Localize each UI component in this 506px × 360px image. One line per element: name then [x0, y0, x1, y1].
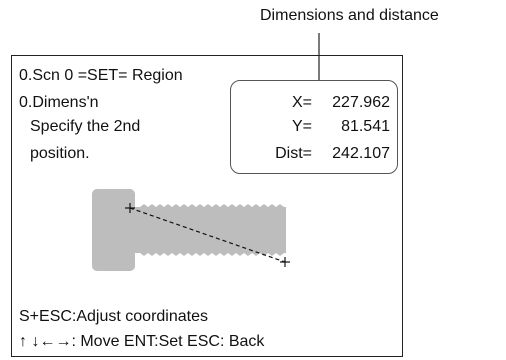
dist-label: Dist= — [275, 145, 312, 162]
part-thread-top — [140, 204, 284, 207]
footer-line-2: ↑ ↓←→: Move ENT:Set ESC: Back — [19, 333, 264, 351]
part-shape — [92, 189, 286, 271]
part-head — [92, 189, 135, 271]
second-position-marker — [280, 257, 290, 267]
footer-key-legend: : Move ENT:Set ESC: Back — [71, 333, 265, 350]
arrow-keys-icon: ↑ ↓←→ — [19, 333, 72, 350]
mode-line: 0.Dimens'n — [19, 94, 99, 111]
x-label: X= — [291, 94, 312, 111]
footer-line-1: S+ESC:Adjust coordinates — [19, 308, 208, 325]
y-value: 81.541 — [341, 118, 390, 135]
instruction-line-1: Specify the 2nd — [30, 118, 141, 135]
dist-value: 242.107 — [332, 145, 390, 162]
y-label: Y= — [291, 118, 312, 135]
instruction-line-2: position. — [30, 145, 90, 162]
graphics-layer — [92, 33, 320, 271]
part-shank — [133, 207, 286, 253]
scene-title-line: 0.Scn 0 =SET= Region — [19, 67, 183, 84]
x-value: 227.962 — [332, 94, 390, 111]
